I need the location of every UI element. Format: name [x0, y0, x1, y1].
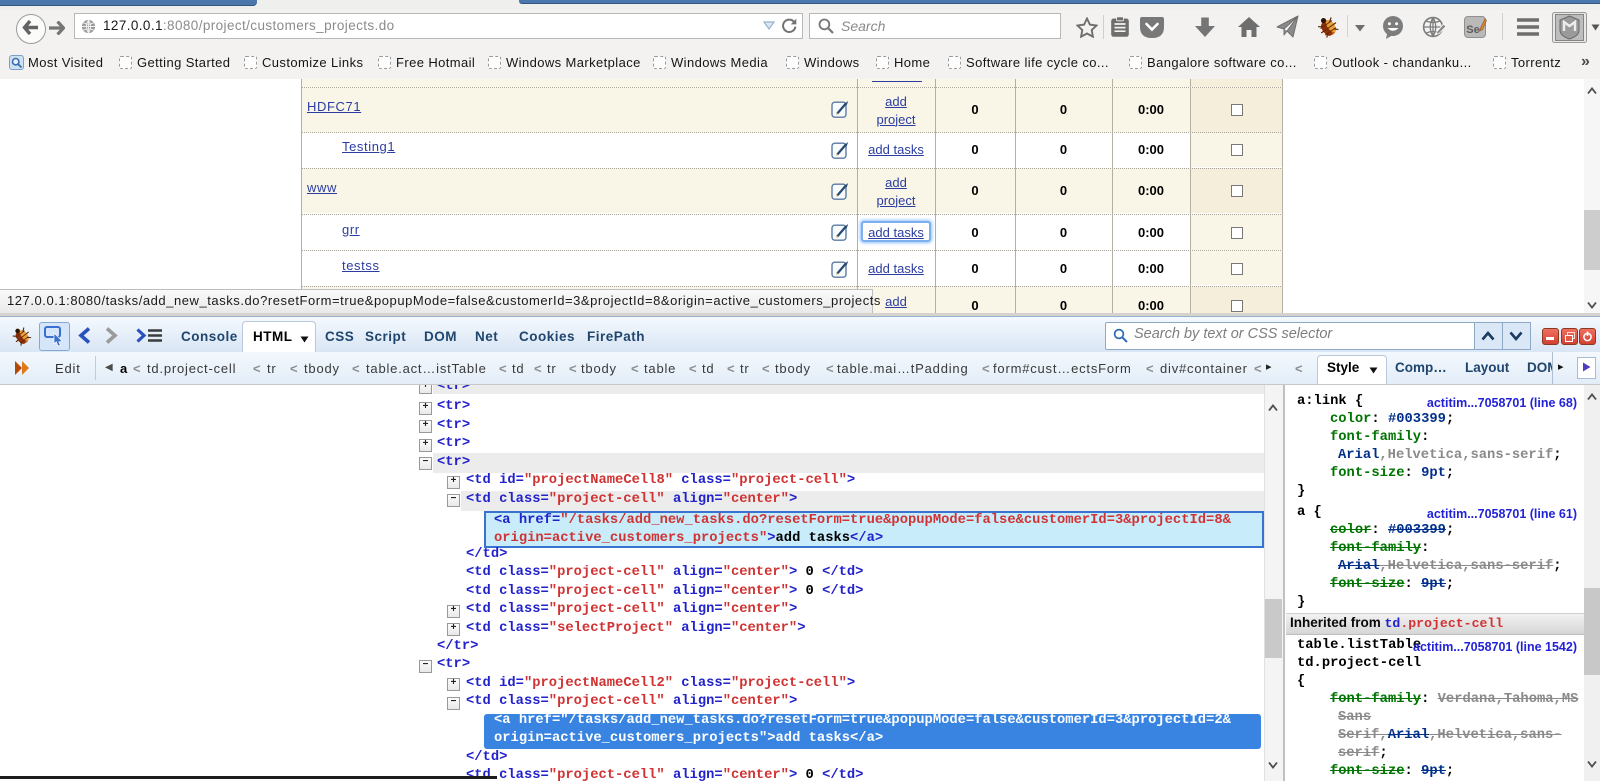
- svg-text:Se: Se: [1466, 24, 1479, 36]
